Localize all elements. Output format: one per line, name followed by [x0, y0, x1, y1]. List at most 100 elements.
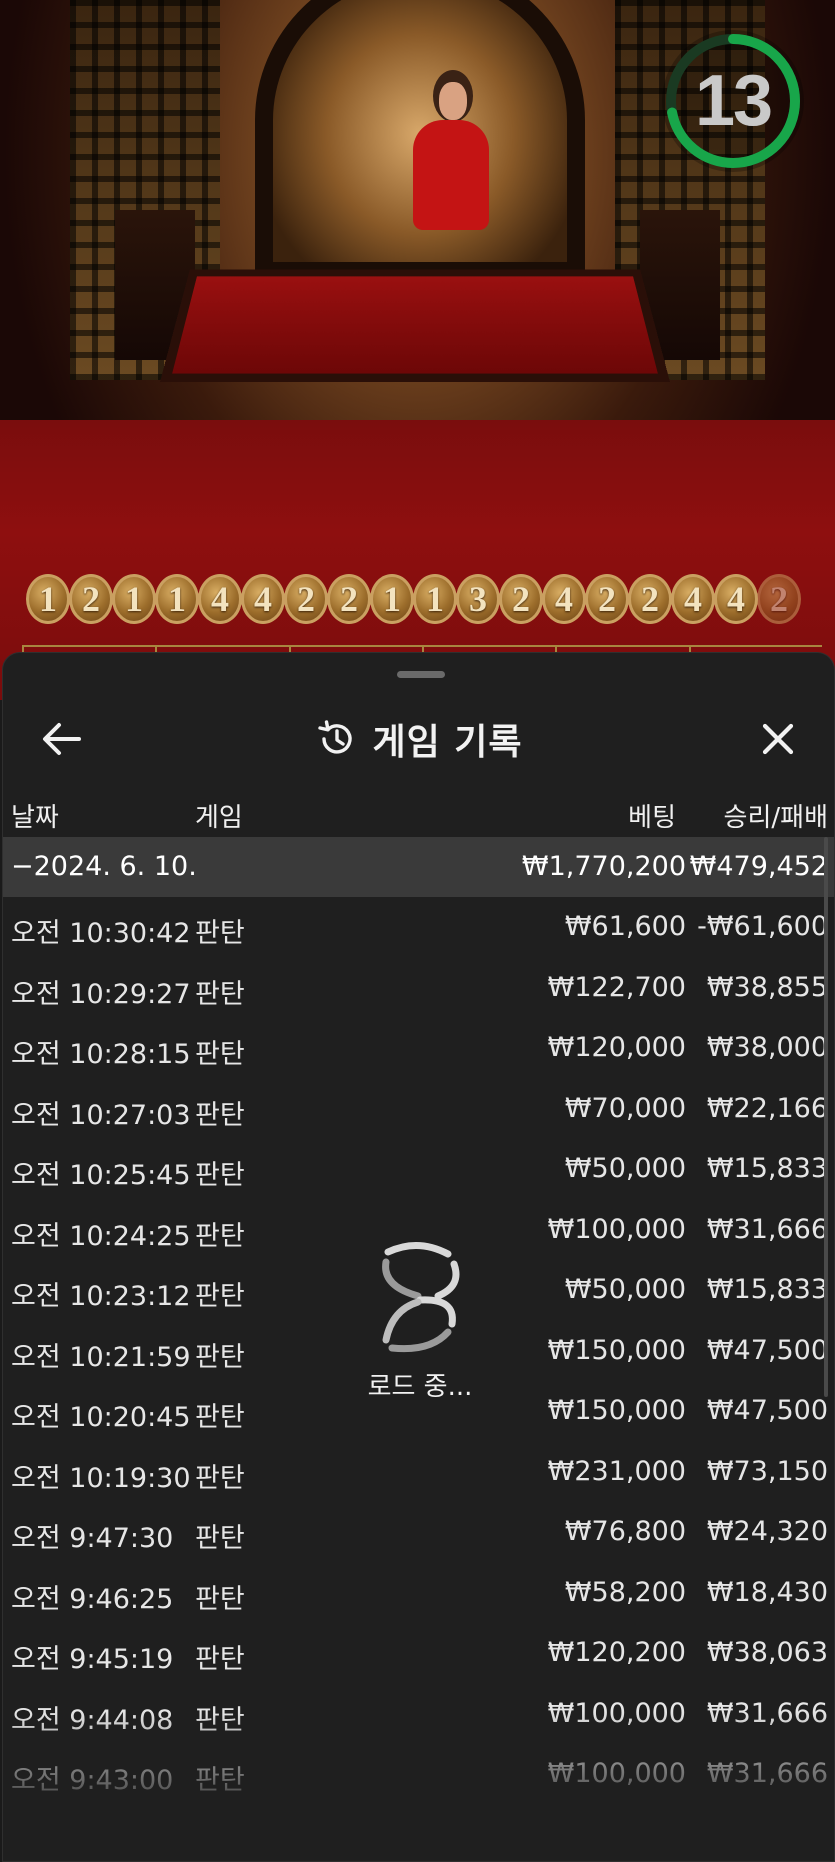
road-result-coin: 4: [671, 574, 715, 624]
row-game: 판탄: [195, 1099, 245, 1131]
row-result: ₩31,666: [706, 1213, 828, 1245]
row-result: ₩15,833: [706, 1153, 828, 1184]
row-bet: ₩58,200: [564, 1576, 686, 1608]
row-bet: ₩120,200: [547, 1637, 686, 1668]
row-result: ₩31,666: [706, 1758, 828, 1789]
row-result: ₩31,666: [706, 1697, 828, 1729]
row-date: 오전 9:46:25: [11, 1583, 174, 1615]
row-date: 오전 10:28:15: [11, 1039, 191, 1070]
road-result-coin: 1: [370, 574, 414, 624]
row-game: 판탄: [195, 1039, 245, 1070]
sheet-header: 게임 기록: [3, 693, 834, 783]
row-bet: ₩122,700: [547, 971, 686, 1003]
live-video-stream: 13 121144221132422442: [0, 0, 835, 700]
road-result-coin: 2: [69, 574, 113, 624]
table-row[interactable]: 오전 9:45:19 판탄 ₩120,200 ₩38,063: [3, 1623, 834, 1684]
row-result: ₩22,166: [706, 1092, 828, 1124]
game-table: [160, 269, 670, 382]
road-result-coin: 2: [628, 574, 672, 624]
row-result: ₩73,150: [706, 1455, 828, 1487]
row-date: 오전 10:24:25: [11, 1220, 191, 1252]
summary-date: −2024. 6. 10.: [11, 851, 197, 882]
row-game: 판탄: [195, 978, 245, 1010]
row-result: ₩24,320: [706, 1516, 828, 1547]
row-game: 판탄: [195, 1220, 245, 1252]
row-game: 판탄: [195, 1765, 245, 1796]
row-result: ₩18,430: [706, 1576, 828, 1608]
row-bet: ₩150,000: [547, 1334, 686, 1366]
row-date: 오전 10:23:12: [11, 1281, 191, 1312]
table-row[interactable]: 오전 10:19:30 판탄 ₩231,000 ₩73,150: [3, 1442, 834, 1503]
row-game: 판탄: [195, 1583, 245, 1615]
row-bet: ₩50,000: [564, 1153, 686, 1184]
row-game: 판탄: [195, 1341, 245, 1373]
road-result-coin: 4: [714, 574, 758, 624]
row-result: ₩47,500: [706, 1395, 828, 1426]
road-result-coin: 1: [26, 574, 70, 624]
row-bet: ₩70,000: [564, 1092, 686, 1124]
row-game: 판탄: [195, 1281, 245, 1312]
road-result-coin: 1: [155, 574, 199, 624]
column-date: 날짜: [11, 803, 59, 833]
road-result-coin: 2: [284, 574, 328, 624]
row-date: 오전 9:44:08: [11, 1704, 174, 1736]
table-row[interactable]: 오전 9:43:00 판탄 ₩100,000 ₩31,666: [3, 1744, 834, 1805]
row-game: 판탄: [195, 1523, 245, 1554]
history-icon: [318, 720, 353, 754]
road-result-coin: 2: [585, 574, 629, 624]
dealer: [405, 70, 495, 240]
table-row[interactable]: 오전 10:30:42 판탄 ₩61,600 -₩61,600: [3, 897, 834, 958]
close-icon: [762, 723, 794, 755]
table-row[interactable]: 오전 10:25:45 판탄 ₩50,000 ₩15,833: [3, 1139, 834, 1200]
row-result: ₩15,833: [706, 1274, 828, 1305]
row-bet: ₩100,000: [547, 1758, 686, 1789]
road-result-coin: 2: [757, 574, 801, 624]
loading-label: 로드 중...: [367, 1372, 473, 1402]
road-result-coin: 2: [327, 574, 371, 624]
row-date: 오전 10:20:45: [11, 1402, 191, 1433]
table-row[interactable]: 오전 9:47:30 판탄 ₩76,800 ₩24,320: [3, 1502, 834, 1563]
sheet-grabber[interactable]: [397, 671, 445, 678]
road-result-coin: 4: [241, 574, 285, 624]
column-game: 게임: [195, 803, 243, 833]
row-date: 오전 10:30:42: [11, 918, 191, 949]
row-game: 판탄: [195, 918, 245, 949]
row-bet: ₩100,000: [547, 1697, 686, 1729]
row-date: 오전 9:45:19: [11, 1644, 174, 1675]
road-result-coin: 1: [112, 574, 156, 624]
road-result-coin: 3: [456, 574, 500, 624]
row-game: 판탄: [195, 1704, 245, 1736]
row-bet: ₩100,000: [547, 1213, 686, 1245]
table-row[interactable]: 오전 10:27:03 판탄 ₩70,000 ₩22,166: [3, 1079, 834, 1140]
date-summary-row[interactable]: −2024. 6. 10. ₩1,770,200 ₩479,452: [3, 837, 834, 897]
summary-result: ₩479,452: [689, 851, 828, 882]
timer-value: 13: [694, 61, 773, 141]
road-result-coin: 1: [413, 574, 457, 624]
row-result: ₩47,500: [706, 1334, 828, 1366]
summary-bet: ₩1,770,200: [521, 851, 686, 882]
row-date: 오전 10:27:03: [11, 1099, 191, 1131]
row-result: ₩38,063: [706, 1637, 828, 1668]
table-row[interactable]: 오전 10:28:15 판탄 ₩120,000 ₩38,000: [3, 1018, 834, 1079]
table-header: 날짜 게임 베팅 승리/패배: [3, 787, 834, 843]
row-result: ₩38,000: [706, 1032, 828, 1063]
row-game: 판탄: [195, 1402, 245, 1433]
row-date: 오전 10:29:27: [11, 978, 191, 1010]
row-date: 오전 9:47:30: [11, 1523, 174, 1554]
table-row[interactable]: 오전 9:44:08 판탄 ₩100,000 ₩31,666: [3, 1684, 834, 1745]
table-row[interactable]: 오전 9:46:25 판탄 ₩58,200 ₩18,430: [3, 1563, 834, 1624]
close-button[interactable]: [750, 713, 806, 765]
loading-spinner-icon: [382, 1241, 460, 1353]
column-bet: 베팅: [628, 803, 676, 833]
road-result-coin: 4: [542, 574, 586, 624]
row-date: 오전 9:43:00: [11, 1765, 174, 1796]
table-row[interactable]: 오전 10:29:27 판탄 ₩122,700 ₩38,855: [3, 958, 834, 1019]
row-date: 오전 10:19:30: [11, 1462, 191, 1494]
column-result: 승리/패배: [723, 803, 828, 833]
sheet-title: 게임 기록: [372, 722, 523, 763]
row-bet: ₩50,000: [564, 1274, 686, 1305]
row-bet: ₩76,800: [564, 1516, 686, 1547]
row-game: 판탄: [195, 1644, 245, 1675]
row-result: ₩38,855: [706, 971, 828, 1003]
scrollbar[interactable]: [824, 837, 828, 1397]
